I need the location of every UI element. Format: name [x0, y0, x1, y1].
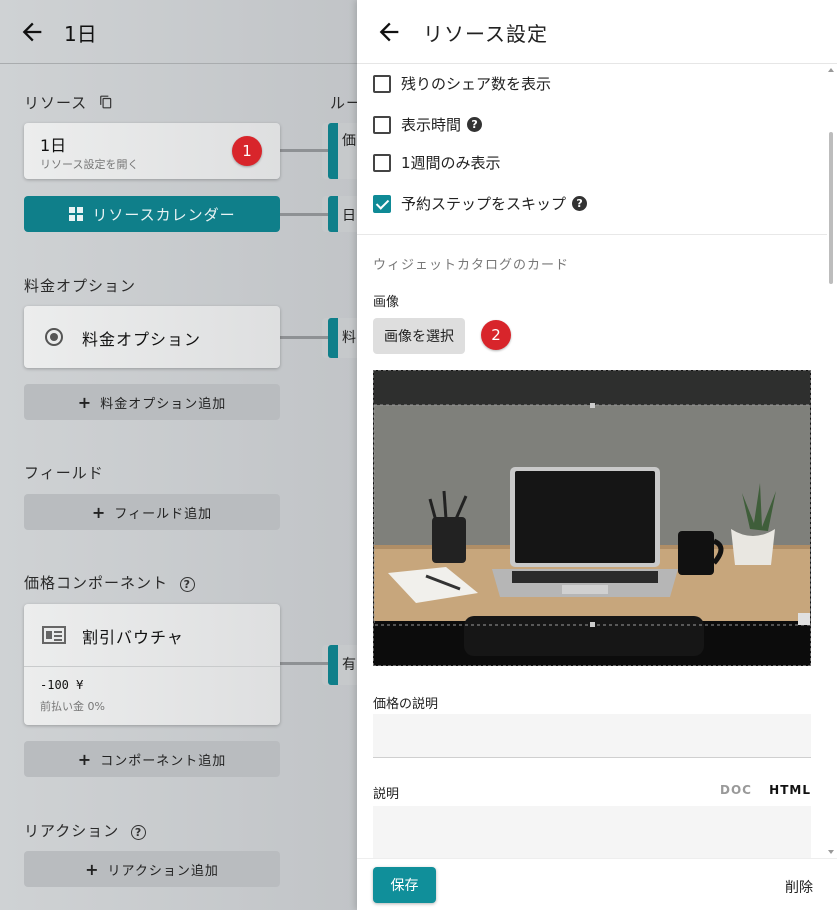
checkbox[interactable] — [373, 153, 391, 172]
checkbox-label: 予約ステップをスキップ — [401, 195, 567, 213]
checkbox-label: 表示時間 — [401, 116, 462, 134]
checkbox-one-week-only[interactable]: 1週間のみ表示 — [373, 152, 501, 173]
scroll-down-icon[interactable] — [828, 850, 834, 854]
fields-label: フィールド — [24, 464, 104, 482]
radio-target-icon — [45, 328, 63, 346]
doc-mode-tab[interactable]: DOC — [720, 783, 752, 797]
plus-icon: + — [77, 392, 93, 412]
price-description-label: 価格の説明 — [373, 697, 439, 712]
add-reaction-label: リアクション追加 — [107, 863, 219, 879]
catalog-section-heading: ウィジェットカタログのカード — [373, 258, 570, 273]
resource-card-title: 1日 — [40, 136, 67, 155]
checkbox[interactable] — [373, 74, 391, 93]
help-icon[interactable]: ? — [179, 577, 195, 592]
pricing-option-title: 料金オプション — [82, 330, 202, 349]
scroll-thumb[interactable] — [829, 132, 833, 284]
route-tab-char: 価 — [342, 133, 356, 149]
checkbox-label: 残りのシェア数を表示 — [401, 75, 552, 93]
price-description-field[interactable] — [373, 714, 811, 758]
grid-icon — [69, 207, 84, 221]
discount-voucher-title: 割引バウチャ — [82, 628, 184, 647]
help-icon[interactable]: ? — [467, 117, 483, 132]
checkbox-skip-booking-step[interactable]: 予約ステップをスキップ ? — [373, 193, 588, 214]
reactions-label: リアクション ? — [24, 820, 147, 841]
price-components-label: 価格コンポーネント ? — [24, 572, 195, 593]
connector-line — [280, 213, 328, 216]
discount-amount: -100 ¥ — [40, 678, 84, 692]
image-preview[interactable] — [373, 370, 811, 666]
price-components-label-text: 価格コンポーネント — [24, 574, 169, 592]
scroll-up-icon[interactable] — [828, 68, 834, 72]
route-tab-marker — [328, 318, 338, 358]
section-divider — [357, 234, 827, 235]
pricing-options-label: 料金オプション — [24, 277, 137, 295]
drawer-title: リソース設定 — [423, 22, 548, 46]
step-badge-2: 2 — [481, 320, 511, 350]
copy-icon[interactable] — [99, 95, 113, 109]
add-reaction-button[interactable]: + リアクション追加 — [24, 851, 280, 887]
add-component-label: コンポーネント追加 — [100, 753, 227, 769]
connector-line — [280, 149, 328, 152]
checkbox-checked[interactable] — [373, 194, 391, 213]
drawer-scrollbar[interactable] — [827, 64, 837, 858]
plus-icon: + — [77, 749, 93, 769]
checkbox-show-time[interactable]: 表示時間 ? — [373, 114, 483, 135]
route-tab-marker — [328, 123, 338, 179]
back-arrow-icon[interactable] — [18, 18, 46, 46]
checkbox-label: 1週間のみ表示 — [401, 154, 501, 172]
delete-button[interactable]: 削除 — [785, 877, 813, 897]
description-label: 説明 — [373, 787, 400, 802]
route-tab-char: 有 — [342, 657, 356, 673]
html-mode-tab[interactable]: HTML — [769, 783, 811, 797]
discount-voucher-card[interactable]: 割引バウチャ -100 ¥ 前払い金 0% — [24, 604, 280, 725]
help-icon[interactable]: ? — [131, 825, 147, 840]
add-pricing-option-button[interactable]: + 料金オプション追加 — [24, 384, 280, 420]
route-tab-marker — [328, 196, 338, 232]
route-tab-char: 料 — [342, 330, 356, 346]
help-icon[interactable]: ? — [572, 196, 588, 211]
select-image-button[interactable]: 画像を選択 — [373, 318, 465, 354]
drawer-header: リソース設定 — [357, 0, 837, 64]
resource-calendar-label: リソースカレンダー — [92, 205, 236, 224]
resource-label: リソース — [24, 92, 113, 113]
card-divider — [24, 666, 280, 667]
discount-prepay: 前払い金 0% — [40, 700, 105, 713]
add-field-button[interactable]: + フィールド追加 — [24, 494, 280, 530]
pricing-option-card[interactable]: 料金オプション — [24, 306, 280, 368]
checkbox-show-remaining-shares[interactable]: 残りのシェア数を表示 — [373, 73, 551, 94]
description-field[interactable] — [373, 806, 811, 858]
checkbox[interactable] — [373, 115, 391, 134]
drawer-footer: 保存 削除 — [357, 858, 837, 910]
connector-line — [280, 336, 328, 339]
editor-mode-toggle: DOC HTML — [720, 783, 811, 797]
resource-calendar-button[interactable]: リソースカレンダー — [24, 196, 280, 232]
resource-settings-drawer: リソース設定 残りのシェア数を表示 表示時間 ? 1週間のみ表示 予約ステップを… — [357, 0, 837, 910]
route-tab-char: 日 — [342, 208, 356, 224]
resource-card-subtitle: リソース設定を開く — [40, 158, 139, 171]
add-field-label: フィールド追加 — [114, 506, 213, 522]
reactions-label-text: リアクション — [24, 822, 120, 840]
desk-laptop-image — [374, 371, 810, 665]
save-button[interactable]: 保存 — [373, 867, 436, 903]
add-pricing-option-label: 料金オプション追加 — [100, 396, 227, 412]
connector-line — [280, 662, 328, 665]
plus-icon: + — [91, 502, 107, 522]
route-tab-marker — [328, 645, 338, 685]
add-component-button[interactable]: + コンポーネント追加 — [24, 741, 280, 777]
step-badge-1: 1 — [232, 136, 262, 166]
resource-label-text: リソース — [24, 94, 88, 112]
voucher-icon — [42, 626, 66, 644]
page-title: 1日 — [64, 22, 97, 46]
back-arrow-icon[interactable] — [375, 18, 403, 46]
image-label: 画像 — [373, 295, 400, 310]
plus-icon: + — [85, 859, 100, 879]
